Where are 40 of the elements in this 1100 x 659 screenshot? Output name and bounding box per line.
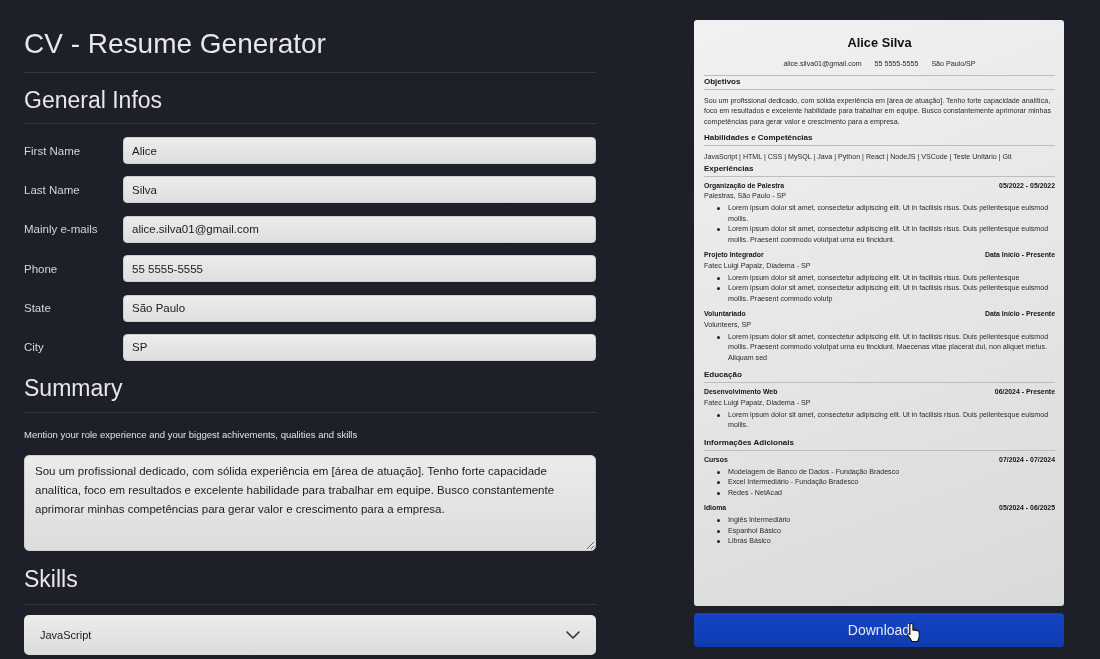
summary-textarea[interactable]: Sou um profissional dedicado, com sólida experiência em [área de atuação]. Tenho forte capacidade analítica, foco em resultados e excelente habilidade para trabalhar em equipe. Busco constantemente aprimorar minhas competências para gerar valor e crescimento para a empresa. bbox=[24, 454, 596, 551]
resume-section-heading: Educação bbox=[704, 370, 1055, 383]
input-field[interactable]: Alice bbox=[123, 137, 596, 164]
input-field[interactable]: Silva bbox=[123, 176, 596, 204]
section-heading: Skills bbox=[24, 564, 79, 593]
bullet-icon bbox=[717, 207, 720, 210]
input-field[interactable]: 55 5555-5555 bbox=[123, 255, 596, 283]
bullet-icon bbox=[717, 335, 720, 339]
bullet-icon bbox=[717, 519, 720, 522]
skill-select[interactable]: JavaScript bbox=[24, 614, 596, 655]
bullet-icon bbox=[717, 413, 720, 417]
field-label: Last Name bbox=[24, 183, 81, 196]
resume-section-heading: Objetivos bbox=[704, 77, 1055, 90]
field-label: State bbox=[24, 302, 52, 315]
field-label: First Name bbox=[24, 144, 82, 157]
chevron-down-icon bbox=[566, 630, 580, 639]
bullet-icon bbox=[717, 470, 720, 474]
page-title: CV - Resume Generator bbox=[24, 28, 327, 60]
bullet-icon bbox=[717, 481, 720, 484]
resume-section-heading: Habilidades e Competências bbox=[704, 133, 1055, 146]
field-label: Mainly e-mails bbox=[24, 223, 99, 236]
resume-name: Alice Silva bbox=[846, 35, 913, 51]
input-field[interactable]: alice.silva01@gmail.com bbox=[123, 215, 596, 243]
section-heading: Summary bbox=[24, 373, 124, 402]
input-field[interactable]: São Paulo bbox=[123, 294, 596, 322]
bullet-icon bbox=[717, 276, 720, 280]
bullet-icon bbox=[717, 287, 720, 290]
summary-hint: Mention your role experience and your biggest achivements, qualities and skills bbox=[24, 427, 359, 442]
resume-section-heading: Informações Adicionais bbox=[704, 437, 1055, 451]
download-button[interactable]: Download bbox=[694, 613, 1064, 647]
bullet-icon bbox=[717, 491, 720, 495]
field-label: City bbox=[24, 341, 45, 354]
bullet-icon bbox=[717, 228, 720, 231]
field-label: Phone bbox=[24, 262, 59, 275]
bullet-icon bbox=[717, 540, 720, 543]
resume-section-heading: Experiências bbox=[704, 163, 1055, 177]
bullet-icon bbox=[717, 529, 720, 533]
section-heading: General Infos bbox=[24, 86, 164, 114]
input-field[interactable]: SP bbox=[123, 333, 596, 361]
pointer-hand-icon bbox=[907, 623, 921, 642]
